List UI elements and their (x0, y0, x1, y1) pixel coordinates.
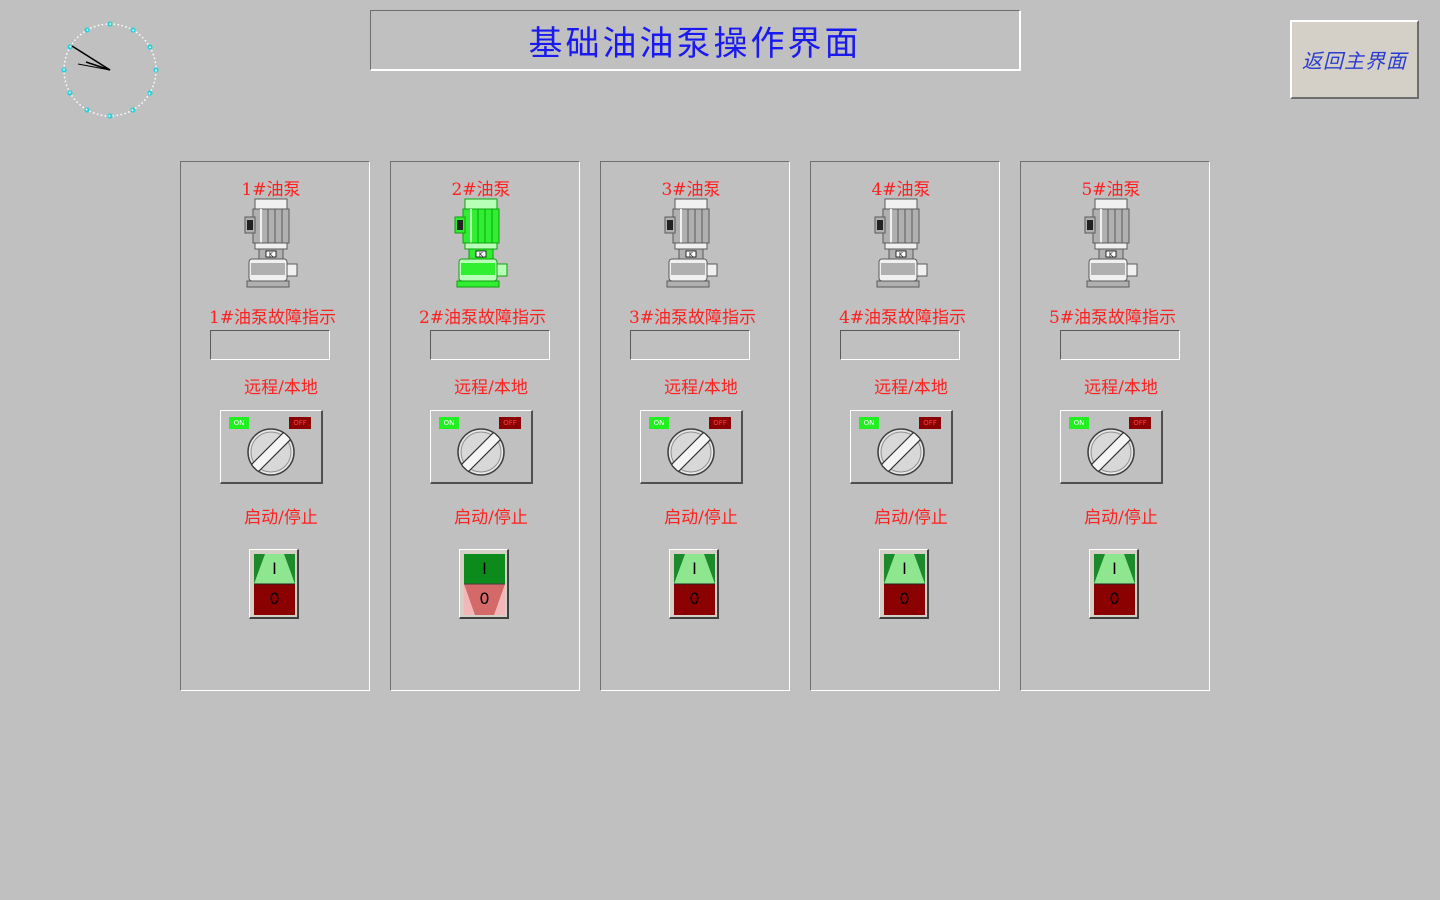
oil-pump-icon: K (661, 197, 721, 292)
rocker-off-mark: 0 (1109, 589, 1120, 608)
selector-knob-icon (1085, 426, 1137, 478)
rocker-on-mark: I (482, 559, 487, 578)
pump-panel-1: 1#油泵 K 1#油泵故障指示 远程/本地 ON OFF 启动/停止 I 0 (180, 161, 370, 691)
remote-local-label: 远程/本地 (874, 378, 948, 398)
oil-pump-icon: K (451, 197, 511, 292)
selector-knob-icon (455, 426, 507, 478)
start-stop-label: 启动/停止 (454, 508, 528, 528)
oil-pump-icon: K (241, 197, 301, 292)
oil-pump-icon: K (871, 197, 931, 292)
fault-indicator-box (630, 330, 750, 360)
start-stop-switch[interactable]: I 0 (879, 549, 929, 619)
rocker-on-mark: I (902, 559, 907, 578)
return-main-button[interactable]: 返回主界面 (1290, 20, 1419, 99)
fault-indicator-label: 2#油泵故障指示 (419, 308, 547, 328)
remote-local-selector[interactable]: ON OFF (1060, 410, 1163, 484)
start-stop-switch[interactable]: I 0 (459, 549, 509, 619)
fault-indicator-label: 4#油泵故障指示 (839, 308, 967, 328)
start-stop-label: 启动/停止 (1084, 508, 1158, 528)
start-stop-switch[interactable]: I 0 (1089, 549, 1139, 619)
selector-knob-icon (245, 426, 297, 478)
oil-pump-icon: K (1081, 197, 1141, 292)
return-main-label: 返回主界面 (1302, 49, 1407, 73)
remote-local-selector[interactable]: ON OFF (430, 410, 533, 484)
start-stop-switch[interactable]: I 0 (249, 549, 299, 619)
fault-indicator-label: 3#油泵故障指示 (629, 308, 757, 328)
remote-local-label: 远程/本地 (664, 378, 738, 398)
rocker-on-mark: I (692, 559, 697, 578)
fault-indicator-box (1060, 330, 1180, 360)
pump-panel-5: 5#油泵 K 5#油泵故障指示 远程/本地 ON OFF 启动/停止 I 0 (1020, 161, 1210, 691)
rocker-on-mark: I (1112, 559, 1117, 578)
analog-clock (58, 18, 162, 122)
remote-local-label: 远程/本地 (244, 378, 318, 398)
start-stop-label: 启动/停止 (874, 508, 948, 528)
remote-local-selector[interactable]: ON OFF (220, 410, 323, 484)
remote-local-selector[interactable]: ON OFF (850, 410, 953, 484)
rocker-on-mark: I (272, 559, 277, 578)
title-frame: 基础油油泵操作界面 (370, 10, 1021, 71)
rocker-off-mark: 0 (269, 589, 280, 608)
rocker-off-mark: 0 (479, 589, 490, 608)
remote-local-label: 远程/本地 (1084, 378, 1158, 398)
selector-knob-icon (665, 426, 717, 478)
fault-indicator-box (840, 330, 960, 360)
fault-indicator-box (210, 330, 330, 360)
pump-panel-4: 4#油泵 K 4#油泵故障指示 远程/本地 ON OFF 启动/停止 I 0 (810, 161, 1000, 691)
start-stop-label: 启动/停止 (664, 508, 738, 528)
start-stop-label: 启动/停止 (244, 508, 318, 528)
start-stop-switch[interactable]: I 0 (669, 549, 719, 619)
pump-panel-2: 2#油泵 K 2#油泵故障指示 远程/本地 ON OFF 启动/停止 I 0 (390, 161, 580, 691)
remote-local-label: 远程/本地 (454, 378, 528, 398)
fault-indicator-label: 5#油泵故障指示 (1049, 308, 1177, 328)
rocker-off-mark: 0 (689, 589, 700, 608)
rocker-off-mark: 0 (899, 589, 910, 608)
remote-local-selector[interactable]: ON OFF (640, 410, 743, 484)
page-title: 基础油油泵操作界面 (528, 23, 862, 64)
fault-indicator-box (430, 330, 550, 360)
pump-panel-3: 3#油泵 K 3#油泵故障指示 远程/本地 ON OFF 启动/停止 I 0 (600, 161, 790, 691)
fault-indicator-label: 1#油泵故障指示 (209, 308, 337, 328)
selector-knob-icon (875, 426, 927, 478)
